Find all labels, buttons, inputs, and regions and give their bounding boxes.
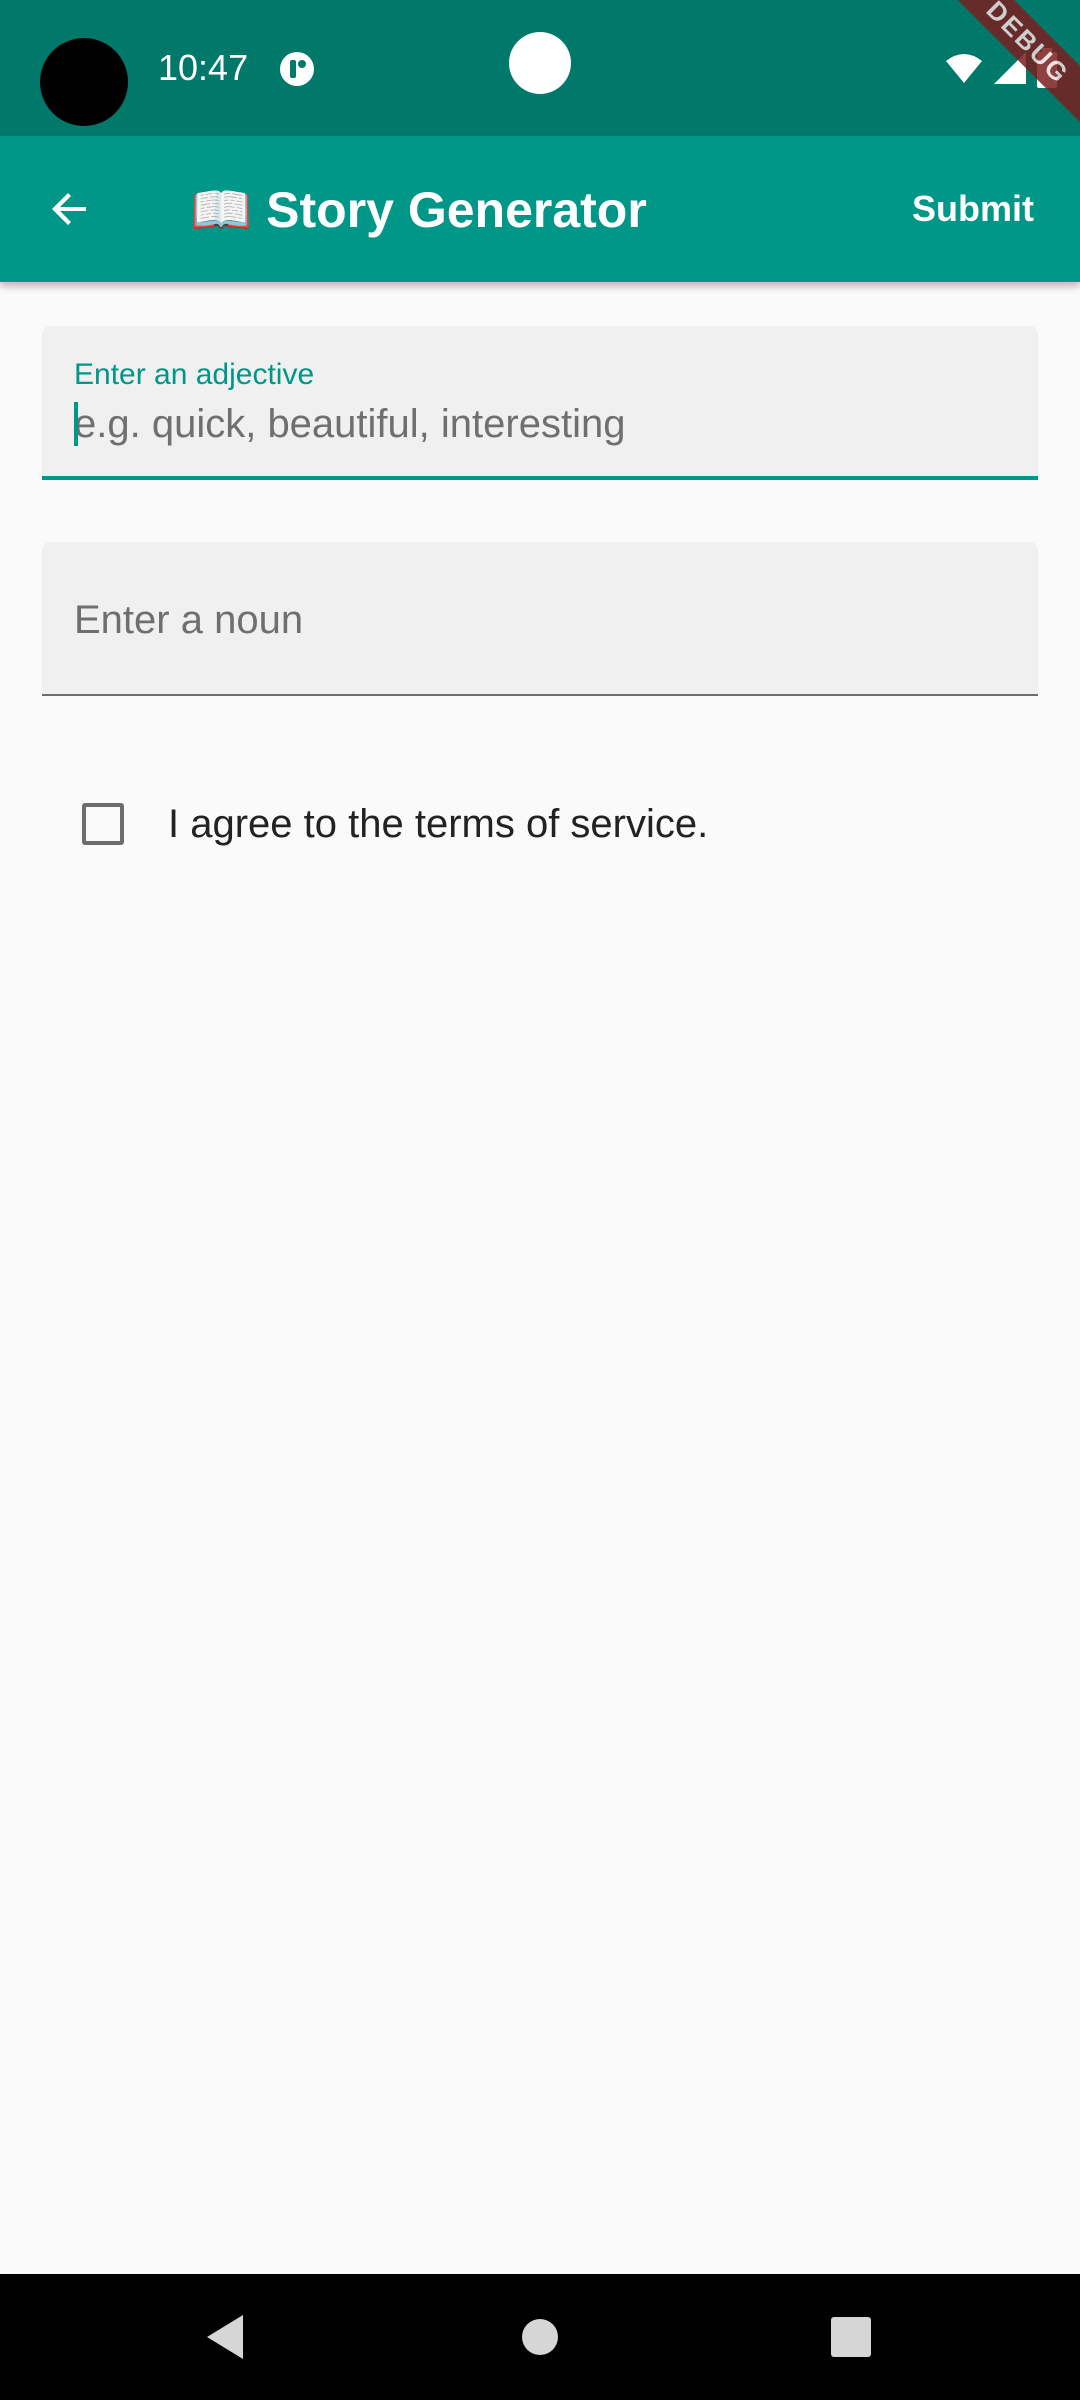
adjective-field[interactable]: Enter an adjective (42, 326, 1038, 480)
text-cursor (74, 402, 78, 446)
camera-cutout (40, 38, 128, 126)
terms-checkbox[interactable] (82, 803, 124, 845)
adjective-field-label: Enter an adjective (74, 358, 315, 391)
system-nav-bar (0, 2274, 1080, 2400)
noun-field-label: Enter a noun (74, 598, 304, 642)
nav-recents-button[interactable] (791, 2274, 911, 2400)
adjective-input[interactable] (74, 396, 994, 452)
nav-recents-icon (831, 2317, 871, 2357)
app-bar: 📖 Story Generator Submit (0, 136, 1080, 282)
status-time: 10:47 (158, 47, 249, 88)
terms-checkbox-label: I agree to the terms of service. (168, 801, 709, 846)
nav-back-button[interactable] (165, 2274, 285, 2400)
noun-field[interactable]: Enter a noun (42, 542, 1038, 696)
status-bar: 10:47 DEBUG (0, 0, 1080, 136)
front-sensor (509, 32, 571, 94)
terms-checkbox-row[interactable]: I agree to the terms of service. (42, 770, 1038, 878)
notification-app-icon (280, 52, 314, 86)
page-title: 📖 Story Generator (190, 182, 647, 238)
nav-back-icon (207, 2315, 243, 2359)
arrow-back-icon (52, 193, 86, 225)
wifi-icon (946, 54, 982, 83)
app-screen: 10:47 DEBUG 📖 Story Generator Submit Ent… (0, 0, 1080, 2400)
nav-home-button[interactable] (480, 2274, 600, 2400)
back-button[interactable] (34, 173, 106, 245)
nav-home-icon (522, 2319, 558, 2355)
submit-button[interactable]: Submit (912, 184, 1034, 234)
